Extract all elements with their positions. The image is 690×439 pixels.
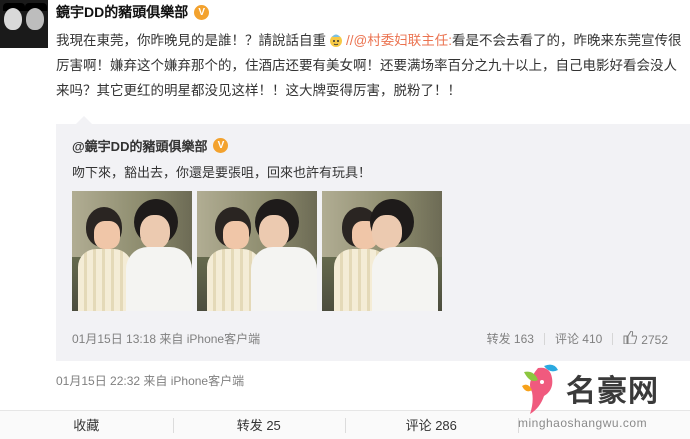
mention-link[interactable]: //@村委妇联主任: <box>346 33 452 48</box>
face-emoji-icon <box>330 34 342 47</box>
watermark-url: minghaoshangwu.com <box>518 416 648 430</box>
photo-thumbnail[interactable] <box>72 191 192 311</box>
repost-author-name[interactable]: @鏡宇DD的豬頭俱樂部 <box>72 136 207 155</box>
watermark-title: 名豪网 <box>566 374 659 409</box>
repost-author[interactable]: @鏡宇DD的豬頭俱樂部 V <box>72 136 229 155</box>
repost-text: 吻下來，豁出去，你還是要張咀，回來也許有玩具！ <box>72 165 372 180</box>
like-count: 2752 <box>641 332 668 347</box>
comment-button[interactable]: 评论 286 <box>345 411 518 439</box>
watermark: 名豪网 minghaoshangwu.com <box>508 358 688 438</box>
post-source: 来自 iPhone客户端 <box>143 374 245 388</box>
repost-card: @鏡宇DD的豬頭俱樂部 V 吻下來，豁出去，你還是要張咀，回來也許有玩具！ 01… <box>56 124 690 361</box>
avatar[interactable] <box>0 0 48 48</box>
repost-comment-button[interactable]: 评论 410 <box>545 330 612 347</box>
post-author-name[interactable]: 鏡宇DD的豬頭俱樂部 <box>56 2 188 22</box>
favorite-button[interactable]: 收藏 <box>0 411 173 439</box>
post-text-part1: 我現在東莞，你昨晚見的是誰！？請說話自重 <box>56 33 326 48</box>
post-meta: 01月15日 22:32 来自 iPhone客户端 <box>56 372 244 389</box>
repost-like-button[interactable]: 2752 <box>613 330 678 347</box>
post-author[interactable]: 鏡宇DD的豬頭俱樂部 V <box>56 2 210 22</box>
verified-icon: V <box>194 4 210 20</box>
thumb-up-icon <box>623 330 638 344</box>
post-text: 我現在東莞，你昨晚見的是誰！？請說話自重//@村委妇联主任:看是不会去看了的，昨… <box>56 28 686 103</box>
photo-grid <box>72 191 442 311</box>
post-time[interactable]: 01月15日 22:32 <box>56 374 140 388</box>
face-leaf-logo <box>522 364 558 414</box>
repost-meta: 01月15日 13:18 来自 iPhone客户端 <box>72 330 260 347</box>
forward-button[interactable]: 转发 25 <box>172 411 346 439</box>
repost-forward-button[interactable]: 转发 163 <box>477 330 544 347</box>
photo-thumbnail[interactable] <box>322 191 442 311</box>
repost-arrow <box>76 116 92 124</box>
repost-time[interactable]: 01月15日 13:18 <box>72 332 156 346</box>
repost-source: 来自 iPhone客户端 <box>159 332 261 346</box>
verified-icon: V <box>213 138 229 153</box>
photo-thumbnail[interactable] <box>197 191 317 311</box>
repost-actions: 转发 163 评论 410 2752 <box>477 330 678 347</box>
